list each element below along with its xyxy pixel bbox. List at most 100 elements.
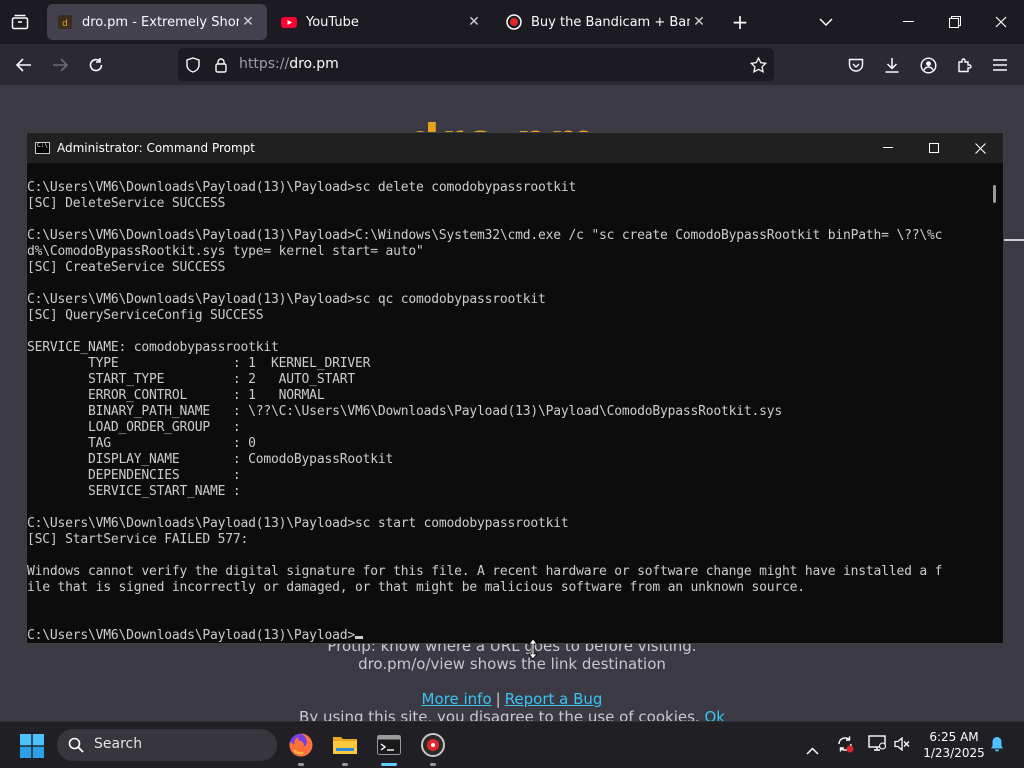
console-line: DISPLAY_NAME : ComodoBypassRootkit: [27, 452, 394, 467]
tab-title: YouTube: [306, 14, 359, 30]
tab-youtube[interactable]: YouTube ✕: [271, 4, 493, 40]
console-line: d%\ComodoBypassRootkit.sys type= kernel …: [27, 244, 424, 259]
account-icon[interactable]: [916, 53, 940, 77]
text-cursor: [354, 636, 363, 639]
bandicam-icon: [506, 14, 522, 30]
notification-bell-icon[interactable]: [990, 736, 1004, 756]
console-prompt-line[interactable]: C:\Users\VM6\Downloads\Payload(13)\Paylo…: [27, 628, 989, 644]
cmd-window-title: Administrator: Command Prompt: [57, 141, 255, 155]
console-output[interactable]: C:\Users\VM6\Downloads\Payload(13)\Paylo…: [27, 163, 987, 643]
console-line: ile that is signed incorrectly or damage…: [27, 580, 805, 595]
resize-cursor-icon: [527, 638, 539, 664]
browser-nav-bar: https://dro.pm: [0, 44, 1024, 85]
cmd-scrollbar[interactable]: [986, 163, 1003, 643]
cmd-title-bar[interactable]: Administrator: Command Prompt: [27, 133, 1003, 163]
console-line: C:\Users\VM6\Downloads\Payload(13)\Paylo…: [27, 516, 569, 531]
running-indicator: [342, 763, 348, 766]
console-line: START_TYPE : 2 AUTO_START: [27, 372, 355, 387]
console-line: BINARY_PATH_NAME : \??\C:\Users\VM6\Down…: [27, 404, 783, 419]
firefox-taskbar-icon[interactable]: [285, 729, 317, 766]
tab-list-icon[interactable]: [8, 11, 32, 33]
scrollbar-thumb[interactable]: [993, 185, 996, 203]
console-line: TYPE : 1 KERNEL_DRIVER: [27, 356, 371, 371]
close-tab-icon[interactable]: ✕: [465, 14, 483, 30]
console-line: LOAD_ORDER_GROUP :: [27, 420, 241, 435]
file-explorer-icon[interactable]: [329, 729, 361, 766]
console-line: [SC] QueryServiceConfig SUCCESS: [27, 308, 264, 323]
chevron-down-icon[interactable]: [814, 11, 838, 33]
console-line: [SC] DeleteService SUCCESS: [27, 196, 226, 211]
close-tab-icon[interactable]: ✕: [690, 14, 708, 30]
command-prompt-window[interactable]: Administrator: Command Prompt C:\Users\V…: [26, 132, 1004, 644]
console-line: C:\Users\VM6\Downloads\Payload(13)\Paylo…: [27, 228, 943, 243]
more-info-link[interactable]: More info: [422, 690, 492, 708]
chevron-up-icon[interactable]: [806, 740, 819, 759]
bookmark-star-icon[interactable]: [748, 55, 768, 75]
console-line: Windows cannot verify the digital signat…: [27, 564, 943, 579]
search-icon: [68, 737, 84, 753]
console-line: [SC] StartService FAILED 577:: [27, 532, 249, 547]
active-indicator: [381, 763, 397, 766]
pocket-icon[interactable]: [844, 53, 868, 77]
dro-pm-favicon-icon: d: [57, 14, 73, 30]
reload-icon[interactable]: [84, 53, 108, 77]
cmd-app-icon: [35, 142, 50, 154]
taskbar-search-box[interactable]: Search: [57, 729, 277, 761]
shield-icon[interactable]: [184, 56, 202, 74]
browser-tab-bar: d dro.pm - Extremely Short Links ✕ YouTu…: [0, 0, 1024, 44]
cmd-maximize-icon[interactable]: [911, 133, 957, 163]
windows-start-icon[interactable]: [20, 734, 44, 758]
page-links: More info | Report a Bug: [0, 690, 1024, 708]
svg-text:d: d: [62, 19, 68, 29]
forward-icon: [48, 53, 72, 77]
console-prompt: C:\Users\VM6\Downloads\Payload(13)\Paylo…: [27, 628, 355, 643]
system-clock[interactable]: 6:25 AM 1/23/2025: [920, 729, 988, 761]
tab-title: Buy the Bandicam + Bandicut p: [531, 14, 690, 30]
tab-dro-pm[interactable]: d dro.pm - Extremely Short Links ✕: [47, 4, 267, 40]
cmd-close-icon[interactable]: [957, 133, 1003, 163]
url-text[interactable]: https://dro.pm: [239, 56, 339, 72]
download-icon[interactable]: [880, 53, 904, 77]
restore-icon[interactable]: [943, 11, 967, 33]
console-line: DEPENDENCIES :: [27, 468, 241, 483]
console-line: [SC] CreateService SUCCESS: [27, 260, 226, 275]
tab-bandicam[interactable]: Buy the Bandicam + Bandicut p ✕: [496, 4, 718, 40]
console-line: C:\Users\VM6\Downloads\Payload(13)\Paylo…: [27, 292, 546, 307]
youtube-icon: [281, 14, 297, 30]
close-tab-icon[interactable]: ✕: [239, 14, 257, 30]
clock-date: 1/23/2025: [923, 746, 985, 760]
taskbar: Search 6:25 AM 1/23/2025: [0, 721, 1024, 768]
bandicam-taskbar-icon[interactable]: [417, 729, 449, 766]
lock-icon[interactable]: [212, 56, 230, 74]
console-line: C:\Users\VM6\Downloads\Payload(13)\Paylo…: [27, 180, 577, 195]
back-icon[interactable]: [12, 53, 36, 77]
cmd-minimize-icon[interactable]: [865, 133, 911, 163]
running-indicator: [298, 763, 304, 766]
console-line: ERROR_CONTROL : 1 NORMAL: [27, 388, 325, 403]
extensions-icon[interactable]: [952, 53, 976, 77]
console-line: SERVICE_NAME: comodobypassrootkit: [27, 340, 279, 355]
volume-muted-icon[interactable]: [894, 736, 910, 755]
view-hint-text: dro.pm/o/view shows the link destination: [358, 655, 666, 673]
command-prompt-taskbar-icon[interactable]: [373, 729, 405, 766]
running-indicator: [430, 763, 436, 766]
new-tab-icon[interactable]: +: [728, 10, 752, 34]
url-bar[interactable]: https://dro.pm: [178, 48, 774, 81]
menu-icon[interactable]: [988, 53, 1012, 77]
link-separator: |: [495, 690, 501, 708]
search-label: Search: [94, 736, 143, 752]
sync-icon[interactable]: [836, 735, 854, 757]
report-bug-link[interactable]: Report a Bug: [505, 690, 603, 708]
console-line: TAG : 0: [27, 436, 256, 451]
minimize-icon[interactable]: [896, 11, 920, 33]
tab-title: dro.pm - Extremely Short Links: [82, 14, 239, 30]
close-window-icon[interactable]: [989, 11, 1013, 33]
network-icon[interactable]: [868, 735, 886, 755]
